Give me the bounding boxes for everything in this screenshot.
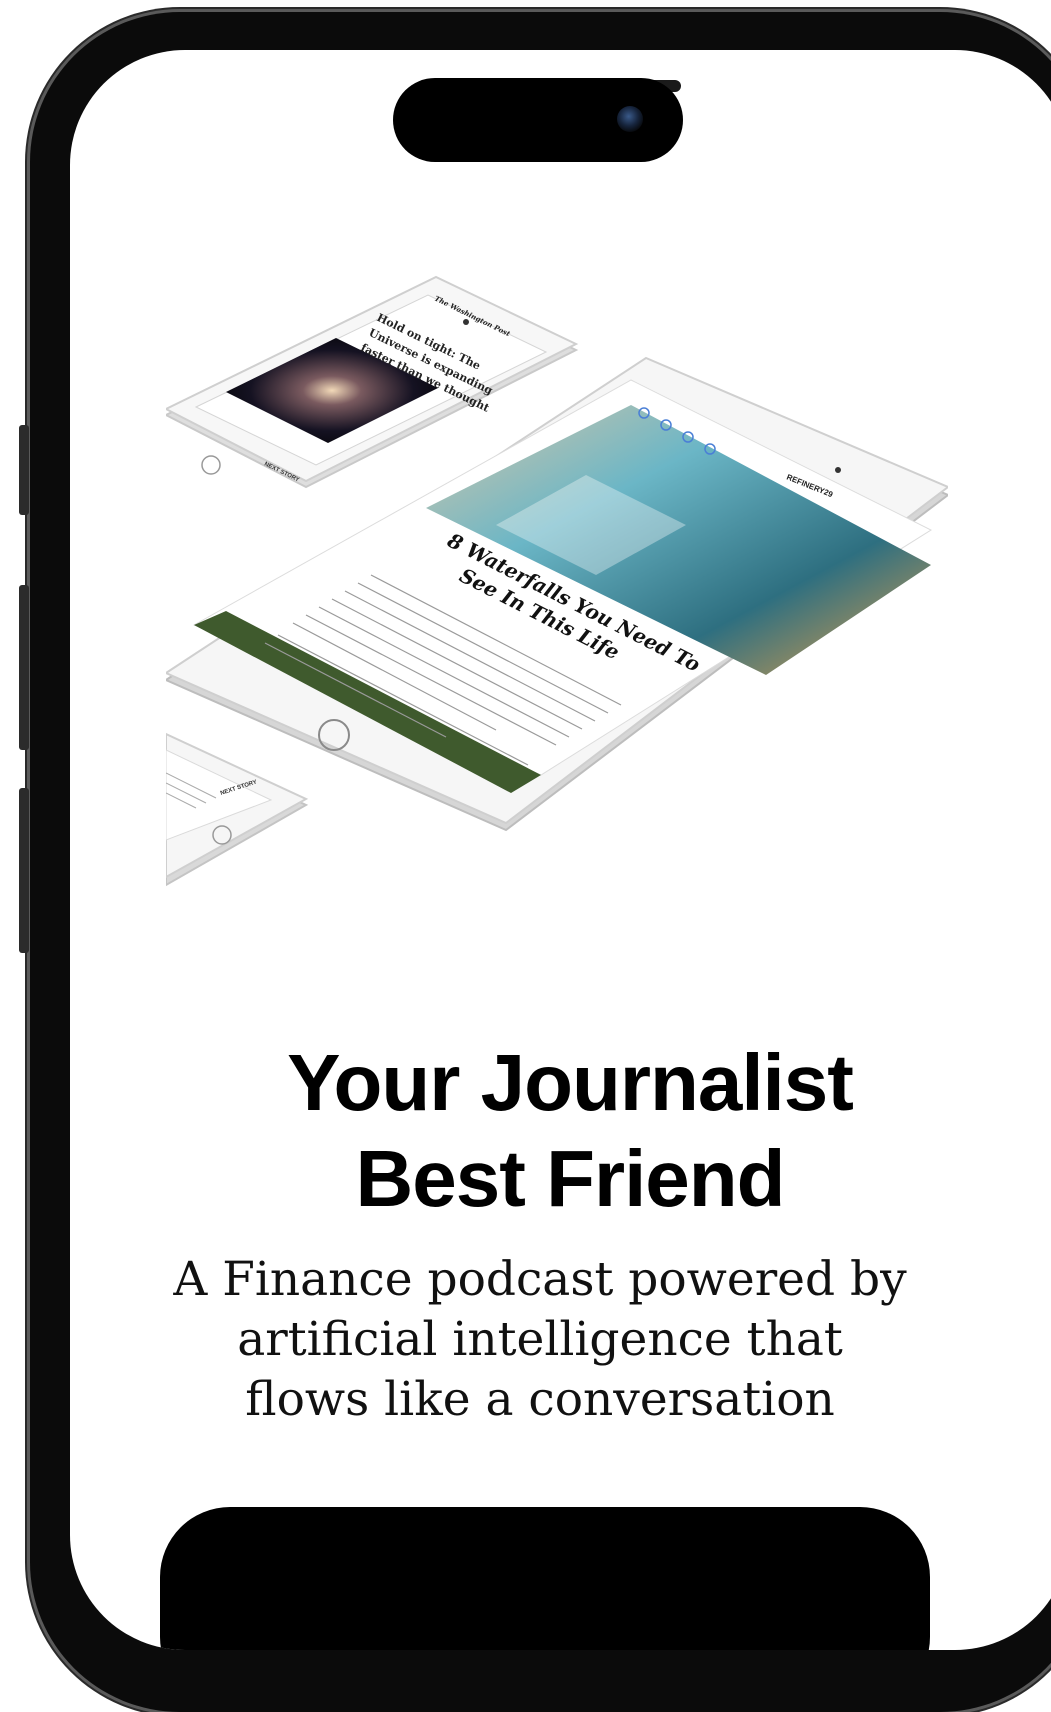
hero-illustration: Hold on tight: The Universe is expanding… — [166, 275, 948, 887]
dynamic-island — [393, 78, 683, 162]
title-line-2: Best Friend — [355, 1134, 785, 1223]
volume-down-button — [19, 788, 29, 953]
page-subtitle: A Finance podcast powered by artificial … — [173, 1252, 907, 1427]
camera-icon — [617, 106, 643, 132]
phone-device-bottom: NEXT STORY — [166, 732, 309, 887]
volume-up-button — [19, 585, 29, 750]
page-title: Your Journalist Best Friend — [70, 1035, 1051, 1227]
phone-screen: Hold on tight: The Universe is expanding… — [70, 50, 1051, 1650]
primary-action-button[interactable] — [160, 1507, 930, 1650]
title-line-1: Your Journalist — [287, 1038, 854, 1127]
silent-switch — [19, 425, 29, 515]
